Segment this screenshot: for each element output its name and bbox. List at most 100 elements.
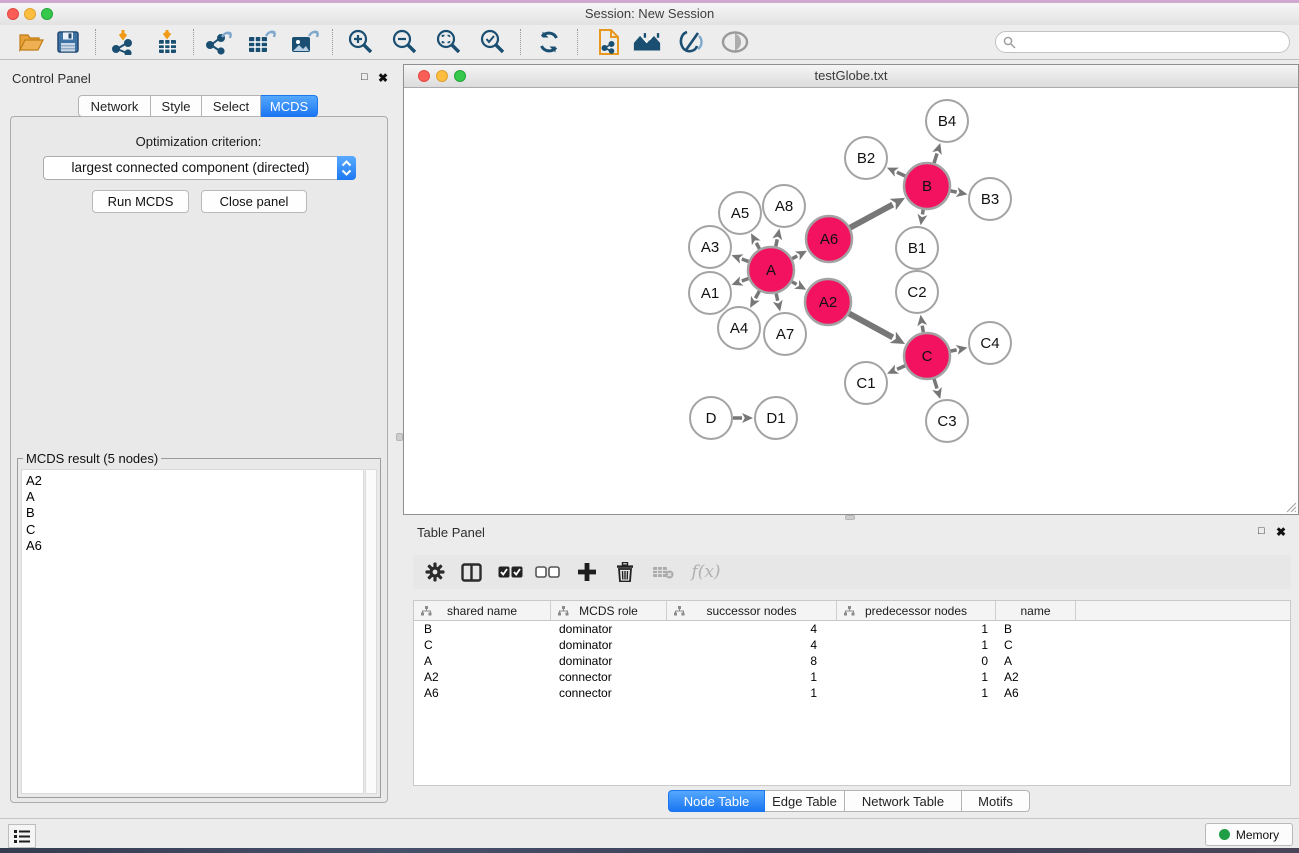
table-cell[interactable]: C: [414, 637, 551, 653]
tab-motifs[interactable]: Motifs: [962, 790, 1030, 812]
mcds-result-item[interactable]: A6: [26, 538, 363, 554]
table-cell[interactable]: 1: [667, 685, 837, 701]
table-cell[interactable]: C: [996, 637, 1076, 653]
network-minimize-light[interactable]: [436, 70, 448, 82]
table-cell[interactable]: 4: [667, 637, 837, 653]
graph-edge-A-A3[interactable]: [742, 259, 749, 262]
table-cell[interactable]: A6: [996, 685, 1076, 701]
table-cell[interactable]: dominator: [551, 653, 667, 669]
graph-edge-C-C4[interactable]: [951, 350, 957, 351]
column-header-name[interactable]: name: [996, 601, 1076, 620]
table-cell[interactable]: 0: [837, 653, 996, 669]
mcds-result-item[interactable]: A: [26, 489, 363, 505]
graph-edge-A-A7[interactable]: [776, 293, 778, 300]
tab-network-table[interactable]: Network Table: [845, 790, 962, 812]
zoom-in-icon[interactable]: [346, 28, 376, 56]
vertical-splitter-handle[interactable]: [396, 433, 403, 441]
network-graph[interactable]: B4B2BB3A8A5A6A3B1AA1C2A2A4A7C4CC1DD1C3: [404, 88, 1298, 514]
mcds-scrollbar[interactable]: [365, 469, 377, 794]
table-cell[interactable]: 1: [837, 621, 996, 637]
mcds-result-item[interactable]: A2: [26, 473, 363, 489]
table-row[interactable]: A2connector11A2: [414, 669, 1290, 685]
minimize-window-light[interactable]: [24, 8, 36, 20]
new-network-icon[interactable]: [594, 28, 624, 56]
mcds-result-item[interactable]: C: [26, 522, 363, 538]
graph-edge-A2-C[interactable]: [849, 313, 893, 337]
control-panel-float-icon[interactable]: □: [361, 71, 368, 83]
graph-edge-B-B4[interactable]: [934, 153, 937, 163]
table-cell[interactable]: connector: [551, 685, 667, 701]
column-header-mcds-role[interactable]: MCDS role: [551, 601, 667, 620]
table-row[interactable]: Adominator80A: [414, 653, 1290, 669]
table-cell[interactable]: 8: [667, 653, 837, 669]
graph-edge-B-B3[interactable]: [951, 191, 957, 192]
table-cell[interactable]: A: [996, 653, 1076, 669]
export-image-icon[interactable]: [289, 28, 319, 56]
tab-network[interactable]: Network: [78, 95, 151, 117]
table-row[interactable]: Bdominator41B: [414, 621, 1290, 637]
table-cell[interactable]: A2: [414, 669, 551, 685]
table-cell[interactable]: A: [414, 653, 551, 669]
zoom-window-light[interactable]: [41, 8, 53, 20]
tab-node-table[interactable]: Node Table: [668, 790, 765, 812]
table-cell[interactable]: 1: [837, 669, 996, 685]
graph-edge-A6-B[interactable]: [850, 205, 893, 228]
table-panel-float-icon[interactable]: □: [1258, 525, 1265, 537]
zoom-out-icon[interactable]: [390, 28, 420, 56]
export-table-icon[interactable]: [246, 28, 276, 56]
network-close-light[interactable]: [418, 70, 430, 82]
task-history-button[interactable]: [8, 824, 36, 848]
table-row[interactable]: Cdominator41C: [414, 637, 1290, 653]
table-cell[interactable]: B: [996, 621, 1076, 637]
column-header-shared-name[interactable]: shared name: [414, 601, 551, 620]
deselect-all-icon[interactable]: [533, 559, 561, 585]
table-cell[interactable]: 1: [837, 637, 996, 653]
table-cell[interactable]: 1: [667, 669, 837, 685]
zoom-fit-icon[interactable]: [434, 28, 464, 56]
tab-style[interactable]: Style: [151, 95, 202, 117]
birds-eye-icon[interactable]: [720, 28, 750, 56]
tab-edge-table[interactable]: Edge Table: [765, 790, 845, 812]
column-header-successor-nodes[interactable]: successor nodes: [667, 601, 837, 620]
horizontal-splitter-handle[interactable]: [845, 515, 855, 520]
save-session-icon[interactable]: [53, 28, 83, 56]
table-row[interactable]: A6connector11A6: [414, 685, 1290, 701]
settings-icon[interactable]: [421, 559, 449, 585]
graph-edge-A-A8[interactable]: [776, 239, 777, 246]
graph-edge-A-A4[interactable]: [755, 291, 759, 298]
column-header-predecessor-nodes[interactable]: predecessor nodes: [837, 601, 996, 620]
control-panel-close-icon[interactable]: ✖: [378, 71, 388, 85]
table-cell[interactable]: 4: [667, 621, 837, 637]
graph-edge-A-A6[interactable]: [792, 256, 797, 259]
refresh-icon[interactable]: [534, 28, 564, 56]
table-cell[interactable]: 1: [837, 685, 996, 701]
home-icon[interactable]: [632, 28, 662, 56]
table-cell[interactable]: dominator: [551, 621, 667, 637]
tab-mcds[interactable]: MCDS: [261, 95, 318, 117]
table-cell[interactable]: A2: [996, 669, 1076, 685]
window-resize-handle[interactable]: [1285, 501, 1297, 513]
delete-icon[interactable]: [611, 559, 639, 585]
network-zoom-light[interactable]: [454, 70, 466, 82]
graph-edge-B-B1[interactable]: [922, 210, 923, 215]
open-session-icon[interactable]: [16, 28, 46, 56]
select-all-icon[interactable]: [496, 559, 524, 585]
zoom-selected-icon[interactable]: [478, 28, 508, 56]
mcds-result-item[interactable]: B: [26, 505, 363, 521]
table-panel-close-icon[interactable]: ✖: [1276, 525, 1286, 539]
import-network-icon[interactable]: [108, 28, 138, 56]
memory-button[interactable]: Memory: [1205, 823, 1293, 846]
close-window-light[interactable]: [7, 8, 19, 20]
mcds-result-list[interactable]: A2ABCA6: [21, 469, 364, 794]
graph-edge-A-A2[interactable]: [792, 282, 797, 285]
import-table-icon[interactable]: [152, 28, 182, 56]
table-cell[interactable]: B: [414, 621, 551, 637]
tab-select[interactable]: Select: [202, 95, 261, 117]
criterion-dropdown[interactable]: largest connected component (directed): [43, 156, 356, 180]
graph-edge-B-B2[interactable]: [897, 172, 905, 176]
graph-edge-C-C3[interactable]: [934, 379, 937, 389]
table-cell[interactable]: A6: [414, 685, 551, 701]
graph-edge-A-A1[interactable]: [742, 278, 749, 281]
export-network-icon[interactable]: [204, 28, 234, 56]
table-cell[interactable]: dominator: [551, 637, 667, 653]
